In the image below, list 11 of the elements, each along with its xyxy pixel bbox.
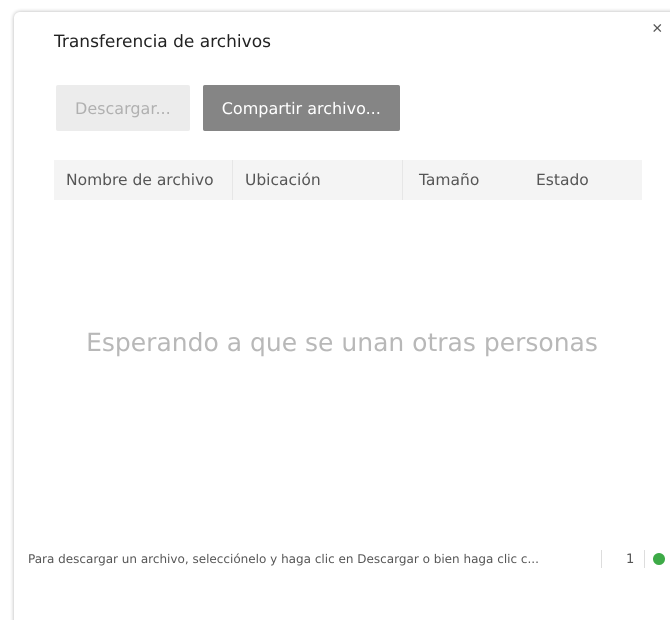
status-dot-icon — [653, 553, 666, 565]
empty-message: Esperando a que se unan otras personas — [86, 328, 598, 356]
action-button[interactable]: Compartir archivo... — [202, 85, 400, 131]
column-header: Ubicación — [233, 160, 403, 200]
column-header: Tamaño — [418, 170, 480, 191]
window-title: Transferencia de archivos — [54, 32, 271, 52]
status-text: Para descargar un archivo, selecciónelo y haga clic en Descargar o bien haga clic c... — [28, 552, 540, 566]
column-header: Nombre de archivo — [54, 160, 233, 200]
close-button[interactable]: × — [652, 18, 663, 39]
column-header: Estado — [535, 170, 590, 191]
participant-count: 1 — [626, 552, 634, 566]
